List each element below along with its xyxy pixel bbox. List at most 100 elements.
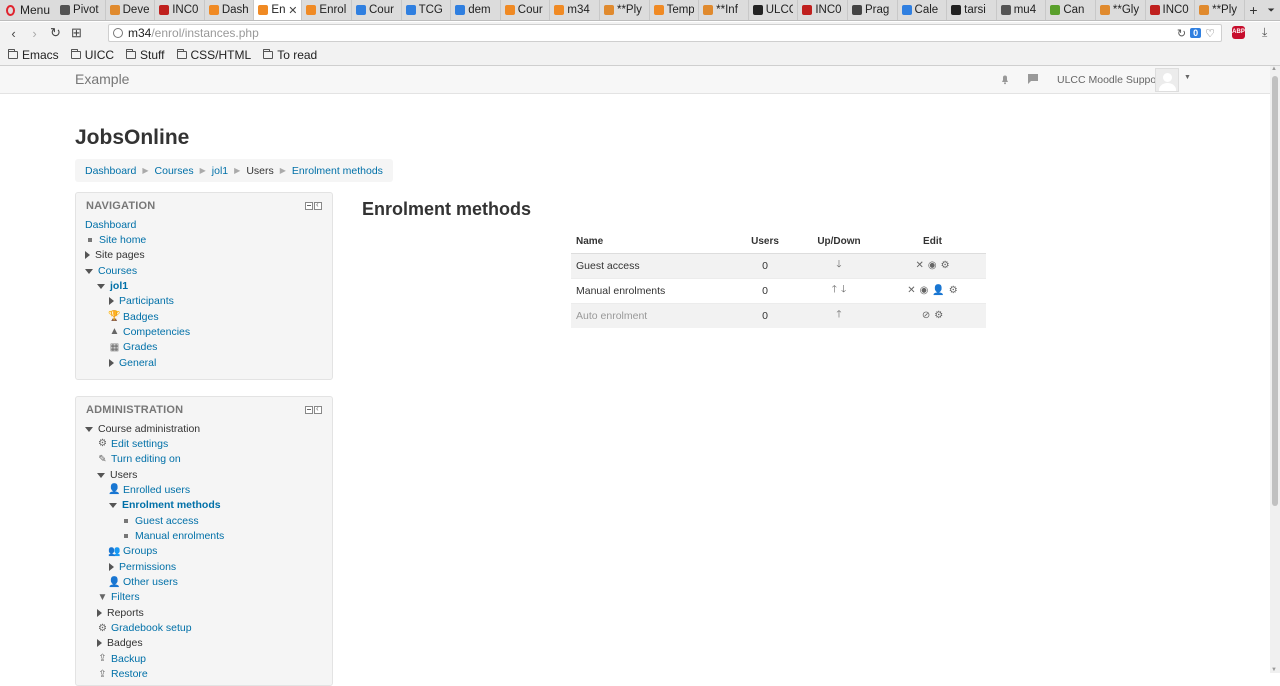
tree-node-label[interactable]: Grades [123,341,157,353]
browser-tab[interactable]: **Gly [1096,0,1146,20]
browser-tab[interactable]: dem [451,0,501,20]
settings-gear-icon[interactable]: ⚙ [949,285,958,296]
tab-menu-icon[interactable]: ⏷ [1262,5,1280,16]
collapsed-arrow-icon[interactable] [109,297,114,306]
expanded-arrow-icon[interactable] [109,503,117,509]
browser-tab[interactable]: INC0 [1146,0,1196,20]
tree-node[interactable]: Enrolment methods [109,498,221,513]
collapsed-arrow-icon[interactable] [97,639,102,648]
browser-tab[interactable]: mu4 [997,0,1047,20]
tree-node[interactable]: Participants [109,294,174,309]
tree-node-label[interactable]: Guest access [135,515,199,527]
messages-icon[interactable] [1027,73,1039,85]
dock-block-icon[interactable] [314,200,322,210]
tree-node[interactable]: Permissions [109,559,176,574]
reload-icon[interactable]: ↻ [45,25,66,41]
tree-node[interactable]: ⇪ Restore [97,667,147,682]
browser-tab[interactable]: Deve [106,0,156,20]
tree-node-label[interactable]: Edit settings [111,438,168,450]
scrollbar-thumb[interactable] [1272,76,1278,506]
speed-dial-grid-icon[interactable]: ⊞ [66,25,87,41]
browser-menu-button[interactable]: Menu [0,0,56,20]
bookmark-folder[interactable]: CSS/HTML [176,48,251,62]
site-name[interactable]: Example [75,71,129,87]
tree-node[interactable]: 👤 Other users [108,575,178,590]
collapsed-arrow-icon[interactable] [109,562,114,571]
browser-tab[interactable]: Cour [501,0,551,20]
browser-tab[interactable]: INC0 [155,0,205,20]
download-icon[interactable]: ⤓ [1262,25,1267,40]
delete-icon[interactable]: ✕ [907,285,915,296]
bookmark-folder[interactable]: Emacs [8,48,59,62]
scroll-down-icon[interactable]: ▼ [1271,667,1277,673]
tree-node-label[interactable]: Permissions [119,561,176,573]
browser-tab[interactable]: **Ply [1195,0,1245,20]
heart-icon[interactable]: ♡ [1205,27,1215,40]
enrol-users-icon[interactable]: 👤 [932,285,944,296]
hide-eye-icon[interactable]: ◉ [928,260,937,271]
dock-block-icon[interactable] [314,404,322,414]
tree-node-label[interactable]: Participants [119,295,174,307]
browser-tab[interactable]: Prag [848,0,898,20]
tree-node[interactable]: ▦ Grades [109,340,158,355]
tree-node[interactable]: ⇪ Backup [97,651,146,666]
user-menu-caret-icon[interactable]: ▼ [1184,74,1191,81]
tree-node-label[interactable]: Enrolment methods [122,499,221,511]
forward-icon[interactable]: › [24,26,45,41]
breadcrumb-item[interactable]: Dashboard [85,165,136,177]
collapsed-arrow-icon[interactable] [97,608,102,617]
adblock-icon[interactable]: ABP [1232,26,1245,39]
browser-tab[interactable]: Cour [352,0,402,20]
tree-node-label[interactable]: Dashboard [85,219,136,231]
tree-node[interactable]: 👥 Groups [108,544,157,559]
browser-tab[interactable]: m34 [550,0,600,20]
tree-node[interactable]: ▲ Competencies [109,324,191,339]
browser-tab[interactable]: Enrol [302,0,352,20]
browser-tab[interactable]: TCG [402,0,452,20]
tree-node-label[interactable]: Courses [98,265,137,277]
browser-tab[interactable]: Can [1046,0,1096,20]
expanded-arrow-icon[interactable] [97,283,105,289]
tree-node[interactable]: Manual enrolments [121,528,224,543]
expanded-arrow-icon[interactable] [85,426,93,432]
bell-icon[interactable] [999,73,1011,85]
tree-node[interactable]: ⚙ Edit settings [97,436,168,451]
user-name[interactable]: ULCC Moodle Support [1057,74,1163,86]
collapsed-arrow-icon[interactable] [85,251,90,260]
minimize-block-icon[interactable] [305,406,313,414]
breadcrumb-item[interactable]: Courses [155,165,194,177]
tree-node-label[interactable]: Enrolled users [123,484,190,496]
bookmark-folder[interactable]: To read [263,48,317,62]
browser-tab[interactable]: **Inf [699,0,749,20]
browser-tab[interactable]: Temp [650,0,700,20]
show-eye-slash-icon[interactable]: ⊘ [922,310,930,321]
settings-gear-icon[interactable]: ⚙ [941,260,950,271]
tree-node-label[interactable]: jol1 [110,280,128,292]
browser-tab[interactable]: Dash [205,0,255,20]
expanded-arrow-icon[interactable] [85,268,93,274]
tree-node[interactable]: ✎ Turn editing on [97,452,180,467]
close-tab-icon[interactable]: ✕ [288,4,297,17]
tree-node-label[interactable]: General [119,357,156,369]
breadcrumb-item[interactable]: Enrolment methods [292,165,383,177]
move-down-icon[interactable]: 🡓 [836,257,841,274]
tree-node[interactable]: jol1 [97,278,128,293]
browser-tab[interactable]: Cale [898,0,948,20]
tree-node[interactable]: Courses [85,263,137,278]
tree-node[interactable]: Site home [85,232,146,247]
browser-tab[interactable]: INC0 [798,0,848,20]
back-icon[interactable]: ‹ [3,26,24,41]
move-up-icon[interactable]: 🡑 [832,282,837,299]
avatar[interactable] [1155,68,1179,92]
tree-node-label[interactable]: Competencies [123,326,190,338]
tree-node-label[interactable]: Badges [123,311,159,323]
settings-gear-icon[interactable]: ⚙ [934,310,943,321]
move-down-icon[interactable]: 🡓 [841,282,846,299]
tree-node[interactable]: General [109,355,156,370]
move-up-icon[interactable]: 🡑 [836,307,841,324]
reload-page-icon[interactable]: ↻ [1177,27,1186,40]
tree-node[interactable]: ⚙ Gradebook setup [97,621,192,636]
bookmark-folder[interactable]: Stuff [126,48,165,62]
tree-node[interactable]: ▼ Filters [97,590,140,605]
browser-tab[interactable]: En ✕ [254,0,303,20]
